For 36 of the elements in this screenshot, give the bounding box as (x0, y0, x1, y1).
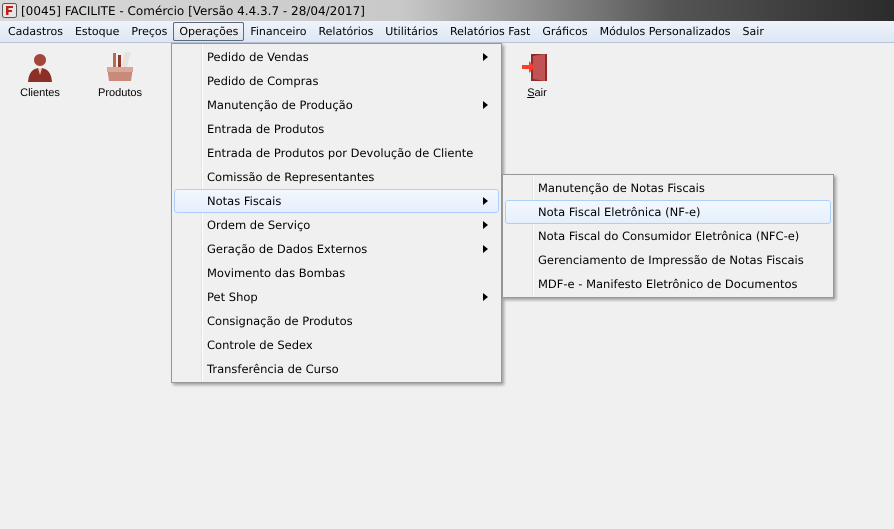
menu-entry[interactable]: MDF-e - Manifesto Eletrônico de Documentos (505, 272, 831, 296)
menu-entry[interactable]: Controle de Sedex (174, 333, 499, 357)
menu-entry[interactable]: Gerenciamento de Impressão de Notas Fiscais (505, 248, 831, 272)
menu-entry[interactable]: Entrada de Produtos (174, 117, 499, 141)
toolbar-button[interactable]: Clientes (0, 51, 80, 99)
menu-item[interactable]: Relatórios Fast (444, 22, 536, 41)
menu-item[interactable]: Módulos Personalizados (594, 22, 737, 41)
menu-item[interactable]: Operações (173, 22, 244, 41)
window-title: [0045] FACILITE - Comércio [Versão 4.4.3.7 - 28/04/2017] (21, 4, 365, 18)
menu-entry[interactable]: Entrada de Produtos por Devolução de Cliente (174, 141, 499, 165)
toolbar-button[interactable]: Sair (514, 51, 560, 99)
menu-entry[interactable]: Manutenção de Notas Fiscais (505, 176, 831, 200)
menu-entry[interactable]: Geração de Dados Externos (174, 237, 499, 261)
toolbar-button[interactable]: Produtos (80, 51, 160, 99)
menu-entry[interactable]: Pet Shop (174, 285, 499, 309)
toolbox-icon (104, 51, 136, 83)
menu-entry[interactable]: Comissão de Representantes (174, 165, 499, 189)
menu-entry[interactable]: Nota Fiscal do Consumidor Eletrônica (NFC-e) (505, 224, 831, 248)
menu-entry[interactable]: Manutenção de Produção (174, 93, 499, 117)
menu-entry[interactable]: Pedido de Vendas (174, 45, 499, 69)
menu-item[interactable]: Cadastros (2, 22, 69, 41)
menu-entry[interactable]: Notas Fiscais (174, 189, 499, 213)
menu-item[interactable]: Financeiro (244, 22, 312, 41)
menu-item[interactable]: Preços (125, 22, 174, 41)
app-logo-icon (2, 3, 17, 18)
menu-entry[interactable]: Consignação de Produtos (174, 309, 499, 333)
menu-entry[interactable]: Ordem de Serviço (174, 213, 499, 237)
menu-item[interactable]: Estoque (68, 22, 126, 41)
menu-item[interactable]: Relatórios (312, 22, 380, 41)
menu-item[interactable]: Sair (736, 22, 770, 41)
menu-entry[interactable]: Nota Fiscal Eletrônica (NF-e) (505, 200, 831, 224)
menu-entry[interactable]: Movimento das Bombas (174, 261, 499, 285)
menu-entry[interactable]: Transferência de Curso (174, 357, 499, 381)
menu-item[interactable]: Gráficos (536, 22, 594, 41)
menu-item[interactable]: Utilitários (379, 22, 444, 41)
menu-entry[interactable]: Pedido de Compras (174, 69, 499, 93)
